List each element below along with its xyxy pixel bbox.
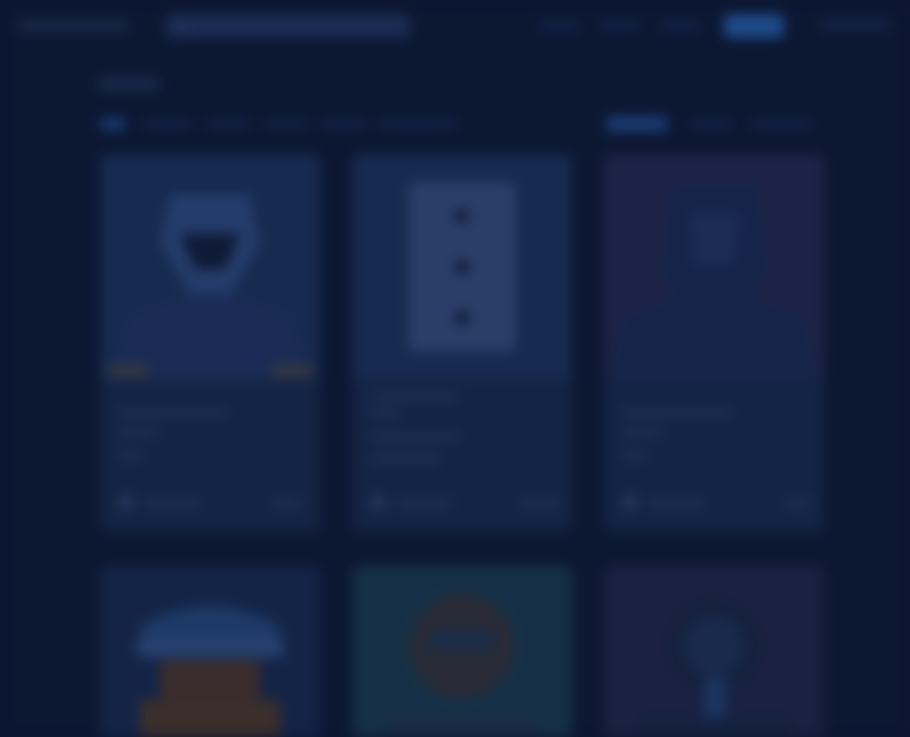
card-price [786, 500, 810, 506]
nft-card-1[interactable] [100, 154, 320, 532]
filter-tab-all[interactable] [100, 118, 126, 130]
card-title [370, 394, 458, 400]
character-illustration-icon [383, 594, 541, 737]
avatar[interactable] [622, 494, 638, 510]
avatar[interactable] [370, 494, 386, 510]
nft-card-4[interactable] [100, 566, 320, 737]
nav-link-2[interactable] [600, 22, 640, 30]
filter-tab-2[interactable] [142, 120, 192, 128]
card-title [622, 410, 732, 416]
nft-card-3[interactable] [604, 154, 824, 532]
hooded-figure-illustration-icon [609, 184, 819, 380]
sort-option-2[interactable] [690, 120, 732, 128]
card-meta [118, 452, 142, 458]
card-author [648, 500, 704, 506]
filter-tab-5[interactable] [322, 120, 366, 128]
card-subtitle [622, 430, 662, 436]
connect-button[interactable] [724, 14, 784, 38]
card-image [100, 154, 320, 380]
card-body [100, 380, 320, 532]
card-price [520, 500, 560, 506]
card-image [352, 154, 572, 380]
card-meta [370, 434, 460, 440]
search-icon [174, 20, 188, 34]
portrait-illustration-icon [635, 600, 793, 737]
card-subtitle [370, 410, 400, 416]
card-image [604, 154, 824, 380]
avatar[interactable] [118, 494, 134, 510]
nft-card-2[interactable] [352, 154, 572, 532]
card-price [272, 500, 302, 506]
card-subtitle [118, 430, 158, 436]
nft-card-5[interactable] [352, 566, 572, 737]
sort-option-3[interactable] [750, 120, 812, 128]
card-author [396, 500, 452, 506]
nft-card-6[interactable] [604, 566, 824, 737]
nav-link-3[interactable] [660, 22, 700, 30]
card-title [118, 410, 228, 416]
card-body [604, 380, 824, 532]
nav-link-1[interactable] [540, 22, 580, 30]
sort-option-active[interactable] [606, 116, 668, 132]
logo[interactable] [18, 20, 128, 32]
helmet-illustration-icon [136, 606, 284, 737]
menu-icon[interactable] [820, 20, 890, 30]
skull-illustration-icon [108, 194, 312, 380]
page-title [98, 78, 160, 90]
filter-tab-4[interactable] [264, 120, 308, 128]
filter-tab-3[interactable] [206, 120, 250, 128]
card-body [352, 380, 572, 532]
filter-tab-6[interactable] [378, 120, 458, 128]
search-input[interactable] [166, 14, 410, 38]
playing-card-illustration-icon [408, 182, 516, 352]
card-meta [622, 452, 646, 458]
top-navbar [0, 0, 910, 56]
app-root [0, 0, 910, 737]
card-meta-2 [370, 456, 440, 462]
card-author [144, 500, 200, 506]
